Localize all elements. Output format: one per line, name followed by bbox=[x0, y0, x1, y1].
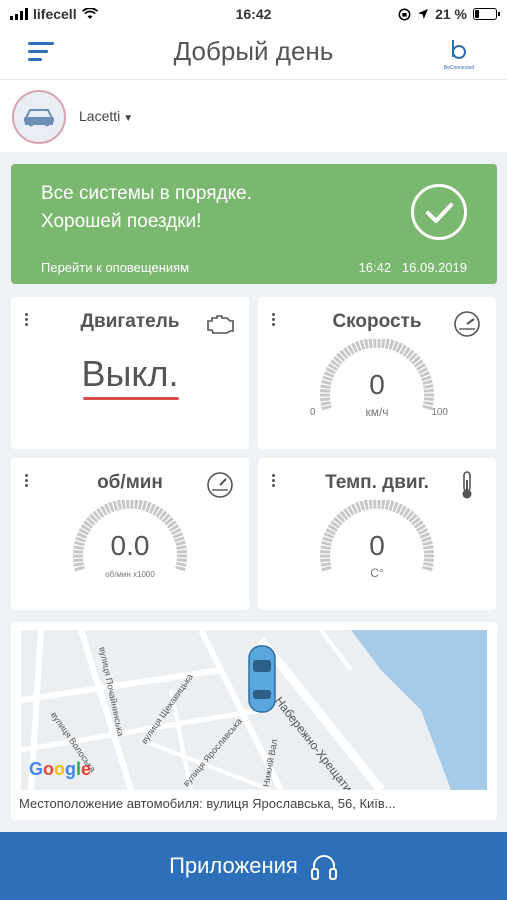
battery-icon bbox=[473, 8, 500, 20]
temperature-value: 0 bbox=[369, 530, 385, 561]
speed-value: 0 bbox=[369, 369, 385, 400]
car-selector-bar: Lacetti ▼ bbox=[0, 80, 507, 152]
check-icon bbox=[411, 184, 467, 240]
speedometer-icon bbox=[454, 311, 480, 337]
google-logo-text: Google bbox=[29, 759, 92, 779]
speed-max: 100 bbox=[431, 407, 448, 418]
page-title: Добрый день bbox=[173, 36, 334, 66]
car-avatar[interactable] bbox=[12, 90, 66, 144]
status-card: Все системы в порядке. Хорошей поездки! … bbox=[11, 164, 497, 284]
app-header: Добрый день BeConnected bbox=[0, 28, 507, 80]
brand-logo: BeConnected bbox=[439, 38, 479, 72]
apps-button[interactable]: Приложения bbox=[0, 832, 507, 900]
car-name-label: Lacetti bbox=[79, 108, 121, 124]
rpm-unit: об/мин x1000 bbox=[105, 570, 155, 579]
car-location-address: Местоположение автомобиля: вулиця Яросла… bbox=[19, 796, 396, 811]
engine-tile[interactable]: Двигатель Выкл. bbox=[11, 297, 249, 449]
map-card[interactable]: вулиця Почайнинська вулиця Щекавицька ву… bbox=[11, 622, 497, 820]
battery-percent: 21 % bbox=[435, 6, 467, 22]
status-right: 21 % bbox=[398, 6, 500, 22]
engine-icon bbox=[207, 315, 234, 334]
rotation-lock-icon bbox=[398, 8, 411, 20]
speed-unit: км/ч bbox=[365, 405, 389, 419]
engine-state-underline bbox=[83, 397, 179, 400]
map-view[interactable]: вулиця Почайнинська вулиця Щекавицька ву… bbox=[21, 630, 487, 790]
caret-down-icon: ▼ bbox=[123, 113, 134, 124]
temperature-tile[interactable]: Темп. двиг. 0 C° bbox=[258, 458, 496, 610]
brand-b-icon bbox=[452, 40, 466, 59]
rpm-tile[interactable]: об/мин 0.0 об/мин x1000 bbox=[11, 458, 249, 610]
status-timestamp: 16:42 16.09.2019 bbox=[358, 260, 467, 275]
engine-state: Выкл. bbox=[81, 353, 179, 394]
temperature-unit: C° bbox=[370, 566, 384, 580]
rpm-value: 0.0 bbox=[110, 530, 150, 561]
tachometer-icon bbox=[207, 472, 233, 498]
status-line-1: Все системы в порядке. bbox=[41, 183, 253, 204]
status-message: Все системы в порядке. Хорошей поездки! bbox=[41, 180, 252, 236]
car-icon bbox=[24, 109, 54, 127]
car-dropdown[interactable]: Lacetti ▼ bbox=[79, 108, 133, 124]
google-logo: Google bbox=[29, 759, 91, 780]
thermometer-icon bbox=[462, 471, 472, 499]
headphones-icon bbox=[310, 855, 337, 881]
speed-tile[interactable]: Скорость 0 км/ч 0 100 bbox=[258, 297, 496, 449]
brand-name: BeConnected bbox=[443, 65, 475, 71]
location-arrow-icon bbox=[418, 9, 429, 19]
status-bar: lifecell 16:42 21 % bbox=[0, 0, 507, 28]
car-marker-icon[interactable] bbox=[247, 644, 277, 714]
apps-button-label: Приложения bbox=[169, 853, 298, 878]
alerts-link[interactable]: Перейти к оповещениям bbox=[41, 260, 189, 275]
status-line-2: Хорошей поездки! bbox=[41, 211, 202, 232]
speed-min: 0 bbox=[310, 407, 316, 418]
